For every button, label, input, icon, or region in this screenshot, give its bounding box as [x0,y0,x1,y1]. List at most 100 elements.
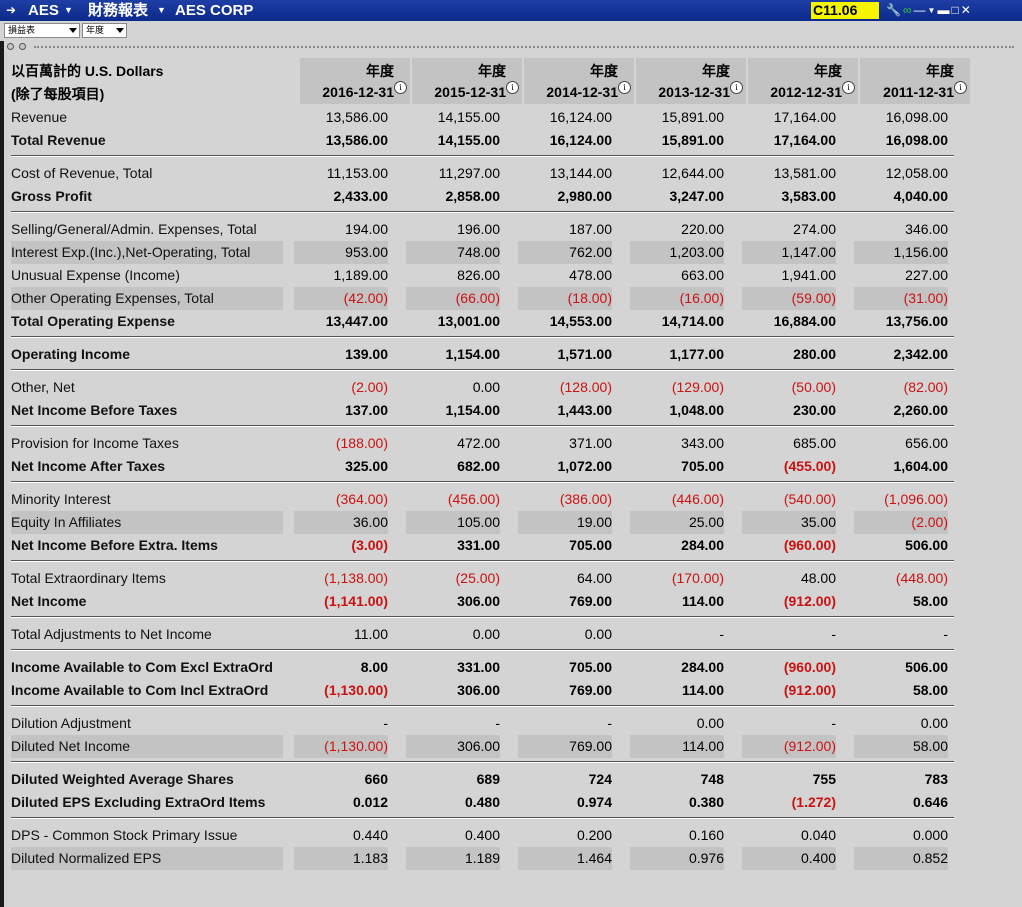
section-divider [11,649,954,651]
table-cell: 2,433.00 [333,188,389,204]
period-date-label: 2011-12-31 [883,84,954,100]
table-row: Total Extraordinary Items (1,138.00) (25.0… [0,567,1022,590]
table-cell: 280.00 [793,346,836,362]
table-cell: 0.040 [800,827,836,843]
row-label: Total Operating Expense [11,313,175,329]
table-row: Selling/General/Admin. Expenses, Total 19… [0,218,1022,241]
table-cell: - [943,626,948,642]
table-cell: - [831,626,836,642]
table-cell: 705.00 [569,659,612,675]
table-cell: 16,124.00 [549,109,612,125]
table-row: Operating Income 139.00 1,154.00 1,571.00 1,… [0,343,1022,366]
period-date-label: 2012-12-31 [770,84,842,100]
table-row: Income Available to Com Excl ExtraOrd 8.0… [0,656,1022,679]
column-header[interactable]: 年度 2013-12-31 i [636,58,746,104]
table-cell: 0.646 [912,794,948,810]
table-cell: (170.00) [671,570,724,586]
table-cell: 705.00 [681,458,724,474]
table-cell: (912.00) [783,593,836,609]
table-cell: 953.00 [294,241,388,264]
section-divider [11,616,954,618]
table-cell: (2.00) [854,511,948,534]
section-divider [11,155,954,157]
row-label: Diluted Weighted Average Shares [11,771,234,787]
table-row: Interest Exp.(Inc.),Net-Operating, Total… [0,241,1022,264]
currency-label: 以百萬計的 U.S. Dollars [11,63,164,79]
row-label: Net Income [11,593,87,609]
table-cell: 769.00 [518,735,612,758]
info-icon[interactable]: i [842,81,855,94]
table-cell: 15,891.00 [661,132,724,148]
section-divider [11,705,954,707]
info-icon[interactable]: i [954,81,967,94]
table-cell: (129.00) [671,379,724,395]
table-cell: 0.400 [464,827,500,843]
column-header[interactable]: 年度 2015-12-31 i [412,58,522,104]
table-cell: 748.00 [406,241,500,264]
table-cell: 663.00 [681,267,724,283]
table-cell: 0.00 [472,626,500,642]
table-cell: 16,098.00 [885,132,948,148]
table-cell: (455.00) [783,458,836,474]
table-cell: 220.00 [681,221,724,237]
column-header[interactable]: 年度 2012-12-31 i [748,58,858,104]
column-header[interactable]: 年度 2011-12-31 i [860,58,970,104]
income-statement-table: 以百萬計的 U.S. Dollars (除了每股項目) 年度 2016-12-31… [0,0,1022,907]
table-cell: (912.00) [783,682,836,698]
info-icon[interactable]: i [394,81,407,94]
table-cell: 331.00 [457,537,500,553]
table-cell: 1,203.00 [630,241,724,264]
table-cell: (1,130.00) [324,682,388,698]
table-cell: (188.00) [335,435,388,451]
table-row: Other Operating Expenses, Total (42.00) (6… [0,287,1022,310]
row-label: Total Adjustments to Net Income [11,626,212,642]
table-cell: 14,553.00 [549,313,612,329]
table-cell: - [607,715,612,731]
section-divider [11,336,954,338]
table-cell: 17,164.00 [773,109,836,125]
table-cell: 15,891.00 [661,109,724,125]
table-cell: 13,586.00 [325,132,388,148]
section-divider [11,369,954,371]
table-cell: 8.00 [360,659,388,675]
table-cell: 0.200 [576,827,612,843]
table-cell: 284.00 [681,659,724,675]
table-cell: 1.189 [406,847,500,870]
table-cell: 769.00 [569,593,612,609]
table-cell: 2,260.00 [893,402,949,418]
column-header[interactable]: 年度 2016-12-31 i [300,58,410,104]
table-row: Other, Net (2.00) 0.00 (128.00) (129.00) (50.… [0,376,1022,399]
section-divider [11,761,954,763]
table-row: Equity In Affiliates 36.00 105.00 19.00 25.0… [0,511,1022,534]
table-row: Total Operating Expense 13,447.00 13,001.0… [0,310,1022,333]
table-cell: 13,586.00 [325,109,388,125]
row-label: Total Revenue [11,132,106,148]
table-cell: 194.00 [345,221,388,237]
row-label: Net Income Before Extra. Items [11,537,218,553]
header-label: 以百萬計的 U.S. Dollars (除了每股項目) [11,60,283,106]
table-cell: 660 [364,771,388,787]
table-cell: 227.00 [905,267,948,283]
row-label: Income Available to Com Incl ExtraOrd [11,682,269,698]
row-label: Income Available to Com Excl ExtraOrd [11,659,273,675]
table-cell: 0.400 [742,847,836,870]
table-cell: 114.00 [681,682,724,698]
table-cell: (912.00) [742,735,836,758]
table-cell: (540.00) [783,491,836,507]
table-cell: - [495,715,500,731]
info-icon[interactable]: i [506,81,519,94]
table-cell: 371.00 [569,435,612,451]
table-cell: 58.00 [854,735,948,758]
table-cell: (25.00) [455,570,500,586]
table-row: Provision for Income Taxes (188.00) 472.00… [0,432,1022,455]
table-cell: 306.00 [406,735,500,758]
table-cell: (16.00) [630,287,724,310]
info-icon[interactable]: i [618,81,631,94]
table-cell: 36.00 [294,511,388,534]
table-cell: 4,040.00 [893,188,949,204]
table-row: Cost of Revenue, Total 11,153.00 11,297.00… [0,162,1022,185]
column-header[interactable]: 年度 2014-12-31 i [524,58,634,104]
period-date-label: 2016-12-31 [322,84,394,100]
info-icon[interactable]: i [730,81,743,94]
section-divider [11,481,954,483]
